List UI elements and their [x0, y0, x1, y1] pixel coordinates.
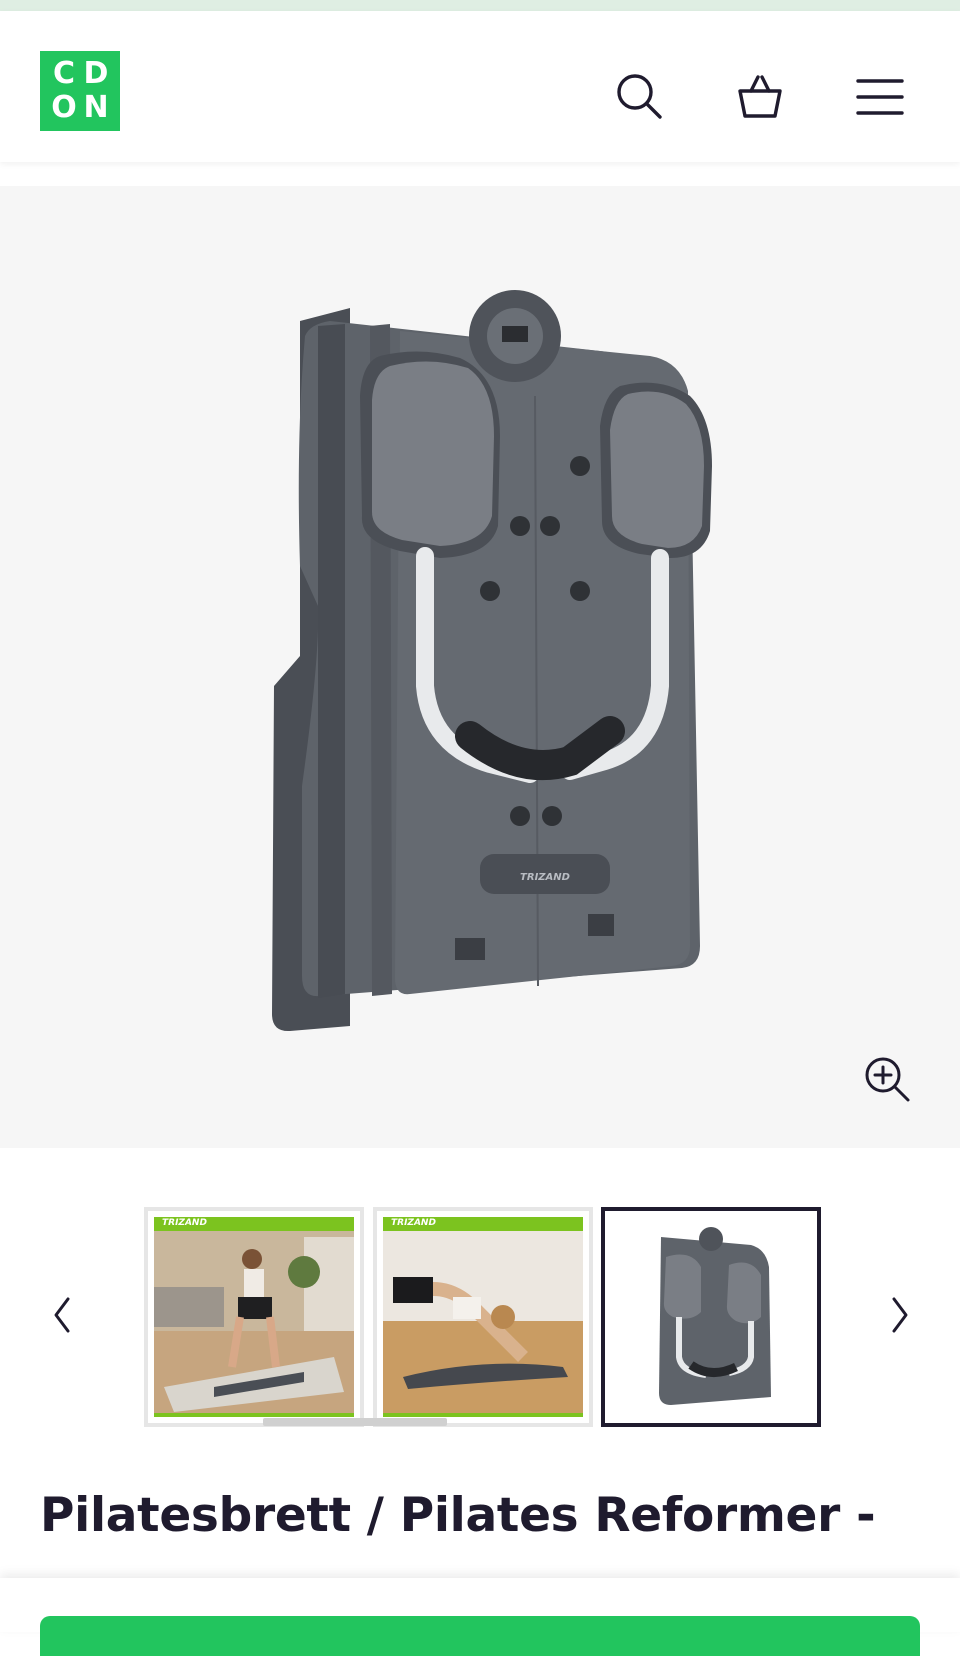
- product-title: Pilatesbrett / Pilates Reformer -: [40, 1488, 876, 1543]
- gallery-prev-button[interactable]: [42, 1285, 82, 1345]
- zoom-button[interactable]: [858, 1050, 918, 1110]
- gallery-next-button[interactable]: [880, 1285, 920, 1345]
- thumbnail-image: [154, 1231, 354, 1417]
- zoom-in-icon: [865, 1057, 910, 1102]
- logo-letter: D: [83, 56, 109, 91]
- product-image[interactable]: TRIZAND: [0, 186, 960, 1148]
- logo-letter: O: [51, 90, 77, 125]
- menu-button[interactable]: [850, 67, 910, 127]
- chevron-left-icon: [54, 1297, 70, 1333]
- logo-letter: N: [83, 90, 109, 125]
- search-icon: [617, 74, 662, 119]
- gallery-thumbnail-active[interactable]: [601, 1207, 821, 1427]
- basket-icon: [738, 75, 782, 118]
- search-button[interactable]: [610, 67, 670, 127]
- thumbnail-brand: TRIZAND: [391, 1218, 436, 1228]
- thumbnail-brand: TRIZAND: [162, 1218, 207, 1228]
- add-to-cart-button[interactable]: [40, 1616, 920, 1656]
- cdon-logo[interactable]: C D O N: [40, 51, 120, 131]
- content-fade: [0, 1540, 960, 1580]
- chevron-right-icon: [892, 1297, 908, 1333]
- thumbnail-image: [659, 1227, 771, 1405]
- product-gallery[interactable]: TRIZAND: [0, 186, 960, 1148]
- site-header: C D O N: [0, 11, 960, 162]
- sticky-buy-bar: [0, 1578, 960, 1656]
- product-brand-label: TRIZAND: [520, 872, 570, 883]
- gallery-thumbnail[interactable]: TRIZAND: [144, 1207, 364, 1427]
- thumbnail-scrollbar[interactable]: [263, 1418, 447, 1426]
- menu-icon: [856, 79, 904, 115]
- logo-letter: C: [52, 56, 76, 91]
- gallery-thumbnail[interactable]: TRIZAND: [373, 1207, 593, 1427]
- thumbnail-image: [383, 1231, 583, 1417]
- cart-button[interactable]: [730, 67, 790, 127]
- status-strip: [0, 0, 960, 11]
